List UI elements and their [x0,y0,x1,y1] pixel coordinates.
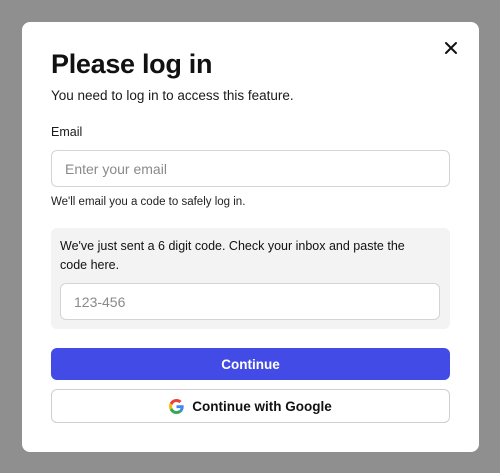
code-sent-message: We've just sent a 6 digit code. Check yo… [60,239,405,272]
continue-with-google-button[interactable]: Continue with Google [51,389,450,423]
code-input[interactable] [60,283,440,320]
login-modal: Please log in You need to log in to acce… [22,22,479,452]
modal-title: Please log in [51,49,213,79]
email-label: Email [51,125,83,139]
code-panel: We've just sent a 6 digit code. Check yo… [51,228,450,329]
modal-subtitle: You need to log in to access this featur… [51,88,294,103]
close-button[interactable] [443,40,459,56]
google-button-label: Continue with Google [192,398,332,414]
email-hint: We'll email you a code to safely log in. [51,196,246,208]
email-input[interactable] [51,150,450,187]
google-icon [169,398,184,414]
close-icon [445,42,457,54]
continue-button[interactable]: Continue [51,348,450,380]
